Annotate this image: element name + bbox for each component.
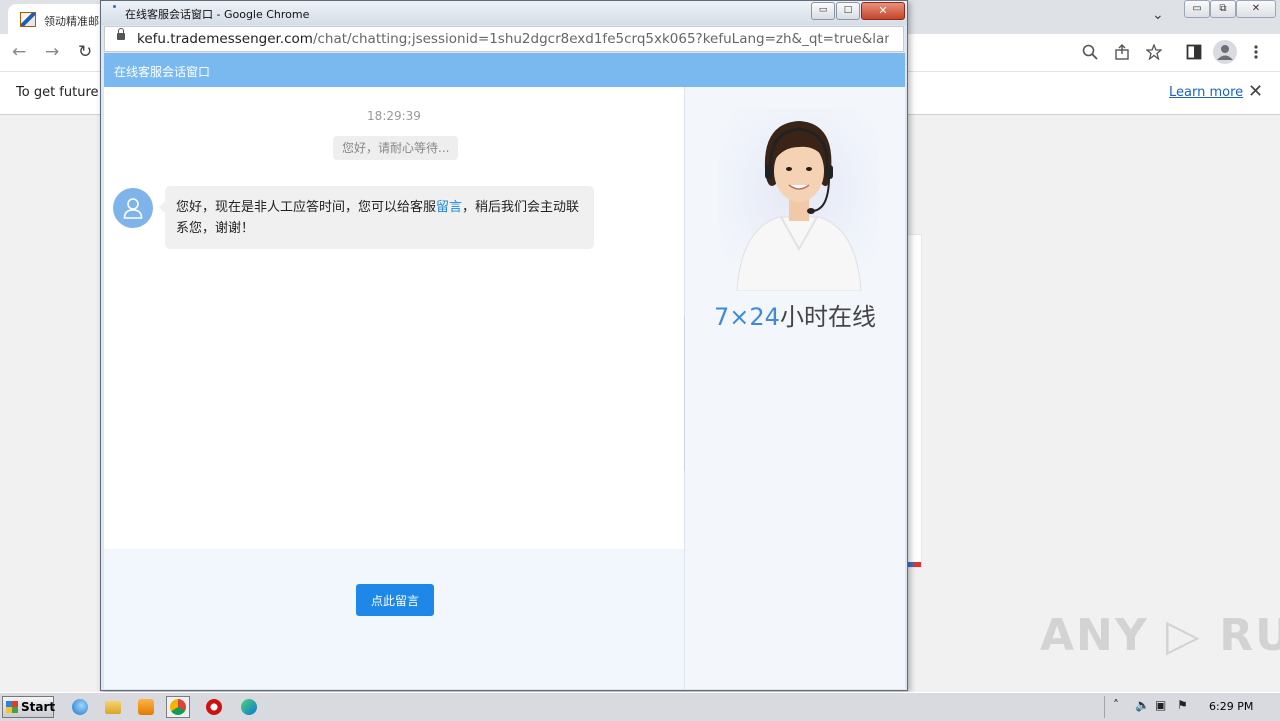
url-host: kefu.trademessenger.com <box>137 31 313 47</box>
background-page-card <box>906 234 922 568</box>
system-tray: ˄ 🔈 ▣ ⚑ 6:29 PM <box>1104 696 1279 718</box>
background-tab[interactable]: 领动精准邮 <box>8 4 108 34</box>
popup-close-button[interactable]: ✕ <box>861 2 905 20</box>
learn-more-link[interactable]: Learn more <box>1169 85 1243 100</box>
popup-titlebar[interactable]: 在线客服会话窗口 - Google Chrome ▭ □ ✕ <box>101 1 907 25</box>
forward-arrow-icon[interactable]: → <box>45 42 59 62</box>
chat-header: 在线客服会话窗口 <box>104 53 905 87</box>
agent-avatar <box>113 188 153 228</box>
popup-address-bar[interactable]: kefu.trademessenger.com/chat/chatting;js… <box>104 26 904 52</box>
taskbar-media-player[interactable] <box>134 696 158 718</box>
action-center-flag-icon[interactable]: ⚑ <box>1177 698 1188 712</box>
agent-message-bubble: 您好，现在是非人工应答时间，您可以给客服留言，稍后我们会主动联系您，谢谢！ <box>159 186 594 249</box>
media-player-icon <box>138 699 154 715</box>
service-hours: 7×24小时在线 <box>685 297 905 332</box>
service-hours-label: 小时在线 <box>779 303 876 331</box>
leave-message-button[interactable]: 点此留言 <box>356 584 434 616</box>
anyrun-watermark: ANY ▷ RUN <box>1040 610 1280 661</box>
share-icon[interactable] <box>1114 44 1130 60</box>
popup-window-title: 在线客服会话窗口 - Google Chrome <box>125 8 310 21</box>
chat-message-area[interactable]: 18:29:39 您好，请耐心等待... 您好，现在是非人工应答时间，您可以给客… <box>104 87 684 549</box>
taskbar-explorer[interactable] <box>101 696 125 718</box>
back-arrow-icon[interactable]: ← <box>12 42 26 62</box>
agent-message-text: 您好，现在是非人工应答时间，您可以给客服 <box>176 200 437 215</box>
start-label: Start <box>21 700 56 714</box>
service-hours-number: 7×24 <box>714 303 780 331</box>
profile-person-icon <box>1217 45 1233 60</box>
reload-icon[interactable]: ↻ <box>78 42 92 62</box>
site-favicon-icon <box>20 12 36 27</box>
popup-url[interactable]: kefu.trademessenger.com/chat/chatting;js… <box>137 31 889 47</box>
lock-icon[interactable] <box>117 28 125 40</box>
edge-icon <box>241 699 257 715</box>
folder-icon <box>105 701 121 714</box>
background-close-button[interactable]: ✕ <box>1236 0 1276 18</box>
volume-icon[interactable]: 🔈 <box>1135 698 1150 712</box>
background-restore-button[interactable]: ⧉ <box>1210 0 1236 18</box>
taskbar-chrome[interactable] <box>166 696 190 718</box>
taskbar-ie[interactable] <box>68 696 92 718</box>
system-message: 您好，请耐心等待... <box>333 136 459 160</box>
start-button[interactable]: Start <box>2 696 56 718</box>
zoom-icon[interactable] <box>1082 44 1098 60</box>
side-panel: 7×24小时在线 <box>685 87 905 689</box>
leave-message-link[interactable]: 留言 <box>436 200 462 215</box>
taskbar-opera[interactable] <box>202 696 226 718</box>
popup-maximize-button[interactable]: □ <box>836 2 860 20</box>
profile-avatar[interactable] <box>1213 40 1237 64</box>
info-bar-text: To get future G <box>16 85 113 100</box>
more-menu-icon[interactable] <box>1252 44 1260 60</box>
popup-minimize-button[interactable]: ▭ <box>811 2 835 20</box>
background-card-flag <box>907 562 921 567</box>
tab-search-chevron-icon[interactable]: ⌄ <box>1152 7 1164 23</box>
bookmark-star-icon[interactable] <box>1146 44 1162 60</box>
opera-icon <box>206 699 222 715</box>
taskbar: Start ˄ 🔈 ▣ ⚑ 6:29 PM <box>0 692 1280 721</box>
internet-explorer-icon <box>72 699 88 715</box>
windows-logo-icon <box>6 701 18 713</box>
chrome-icon <box>170 699 186 715</box>
chat-popup-window: 在线客服会话窗口 - Google Chrome ▭ □ ✕ kefu.trad… <box>100 0 908 691</box>
popup-favicon-icon <box>113 5 116 8</box>
chat-page: 在线客服会话窗口 18:29:39 您好，请耐心等待... 您好，现在是非人工应… <box>104 53 905 689</box>
chat-header-title: 在线客服会话窗口 <box>114 65 211 79</box>
side-panel-icon[interactable] <box>1186 44 1202 60</box>
background-minimize-button[interactable]: ▭ <box>1184 0 1210 18</box>
network-icon[interactable]: ▣ <box>1155 698 1166 712</box>
info-bar-close-icon[interactable]: ✕ <box>1248 81 1263 102</box>
customer-service-agent-photo <box>719 109 879 291</box>
message-timestamp: 18:29:39 <box>367 109 421 123</box>
background-tab-title: 领动精准邮 <box>44 15 99 28</box>
url-path: /chat/chatting;jsessionid=1shu2dgcr8exd1… <box>312 31 889 47</box>
show-hidden-icons-icon[interactable]: ˄ <box>1113 698 1119 712</box>
user-icon <box>123 198 143 219</box>
taskbar-edge[interactable] <box>237 696 261 718</box>
taskbar-clock[interactable]: 6:29 PM <box>1209 700 1253 713</box>
leave-message-area: 点此留言 <box>104 549 684 689</box>
